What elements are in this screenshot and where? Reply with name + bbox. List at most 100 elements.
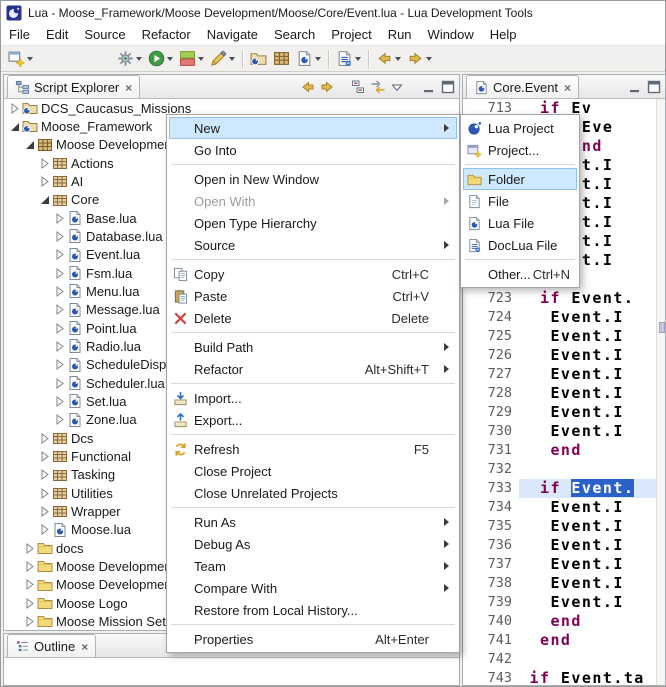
menu-item-new[interactable]: New bbox=[169, 117, 457, 139]
overview-ruler[interactable] bbox=[656, 99, 665, 685]
line-number[interactable]: 735 bbox=[463, 517, 519, 536]
collapse-all-icon[interactable] bbox=[351, 79, 367, 95]
dropdown-caret-icon[interactable] bbox=[315, 57, 321, 61]
line-number[interactable]: 725 bbox=[463, 327, 519, 346]
menu-refactor[interactable]: Refactor bbox=[134, 24, 199, 45]
line-number[interactable]: 739 bbox=[463, 593, 519, 612]
line-number[interactable]: 743 bbox=[463, 669, 519, 685]
menu-item-refresh[interactable]: RefreshF5 bbox=[169, 438, 457, 460]
menu-search[interactable]: Search bbox=[266, 24, 323, 45]
dropdown-caret-icon[interactable] bbox=[198, 57, 204, 61]
line-number[interactable]: 732 bbox=[463, 460, 519, 479]
link-with-editor-icon[interactable] bbox=[370, 79, 386, 95]
forward-icon[interactable] bbox=[319, 79, 335, 95]
back-icon[interactable] bbox=[300, 79, 316, 95]
expand-icon[interactable] bbox=[23, 560, 36, 573]
expand-icon[interactable] bbox=[53, 248, 66, 261]
menu-item-team[interactable]: Team bbox=[169, 555, 457, 577]
back-nav-button[interactable] bbox=[373, 48, 404, 69]
line-number[interactable]: 724 bbox=[463, 308, 519, 327]
menu-item-go-into[interactable]: Go Into bbox=[169, 139, 457, 161]
expand-icon[interactable] bbox=[53, 358, 66, 371]
line-number[interactable]: 737 bbox=[463, 555, 519, 574]
line-number[interactable]: 738 bbox=[463, 574, 519, 593]
menu-item-other[interactable]: Other...Ctrl+N bbox=[463, 263, 577, 285]
line-number[interactable]: 736 bbox=[463, 536, 519, 555]
expand-icon[interactable] bbox=[53, 395, 66, 408]
menu-item-close-project[interactable]: Close Project bbox=[169, 460, 457, 482]
expand-icon[interactable] bbox=[38, 175, 51, 188]
close-icon[interactable] bbox=[123, 80, 132, 95]
new-wizard-button[interactable] bbox=[5, 48, 36, 69]
dropdown-caret-icon[interactable] bbox=[27, 57, 33, 61]
minimize-icon[interactable] bbox=[627, 79, 643, 95]
expand-icon[interactable] bbox=[38, 468, 51, 481]
line-number[interactable]: 728 bbox=[463, 384, 519, 403]
close-icon[interactable] bbox=[562, 80, 571, 95]
coverage-button[interactable] bbox=[176, 48, 207, 69]
expand-icon[interactable] bbox=[53, 340, 66, 353]
expand-icon[interactable] bbox=[38, 487, 51, 500]
expand-icon[interactable] bbox=[38, 157, 51, 170]
menu-item-delete[interactable]: DeleteDelete bbox=[169, 307, 457, 329]
expand-icon[interactable] bbox=[8, 102, 21, 115]
menu-item-export[interactable]: Export... bbox=[169, 409, 457, 431]
expand-icon[interactable] bbox=[53, 212, 66, 225]
menu-item-compare-with[interactable]: Compare With bbox=[169, 577, 457, 599]
line-number[interactable]: 741 bbox=[463, 631, 519, 650]
expand-icon[interactable] bbox=[23, 542, 36, 555]
dropdown-caret-icon[interactable] bbox=[229, 57, 235, 61]
collapse-icon[interactable] bbox=[38, 193, 51, 206]
view-menu-icon[interactable] bbox=[389, 79, 405, 95]
line-number[interactable]: 740 bbox=[463, 612, 519, 631]
menu-item-copy[interactable]: CopyCtrl+C bbox=[169, 263, 457, 285]
run-button[interactable] bbox=[145, 48, 176, 69]
menu-item-lua-file[interactable]: Lua File bbox=[463, 212, 577, 234]
line-number[interactable]: 734 bbox=[463, 498, 519, 517]
line-number[interactable]: 730 bbox=[463, 422, 519, 441]
task-button[interactable] bbox=[333, 48, 364, 69]
menu-item-import[interactable]: Import... bbox=[169, 387, 457, 409]
dropdown-caret-icon[interactable] bbox=[167, 57, 173, 61]
menu-help[interactable]: Help bbox=[482, 24, 525, 45]
minimize-icon[interactable] bbox=[421, 79, 437, 95]
expand-icon[interactable] bbox=[53, 413, 66, 426]
expand-icon[interactable] bbox=[53, 230, 66, 243]
menu-item-debug-as[interactable]: Debug As bbox=[169, 533, 457, 555]
expand-icon[interactable] bbox=[53, 285, 66, 298]
tab-script-explorer[interactable]: Script Explorer bbox=[7, 75, 140, 98]
line-number[interactable]: 731 bbox=[463, 441, 519, 460]
profile-button[interactable] bbox=[207, 48, 238, 69]
expand-icon[interactable] bbox=[53, 377, 66, 390]
menu-window[interactable]: Window bbox=[420, 24, 482, 45]
menu-item-file[interactable]: File bbox=[463, 190, 577, 212]
line-number[interactable]: 723 bbox=[463, 289, 519, 308]
menu-edit[interactable]: Edit bbox=[38, 24, 76, 45]
line-number[interactable]: 726 bbox=[463, 346, 519, 365]
forward-nav-button[interactable] bbox=[404, 48, 435, 69]
menu-item-refactor[interactable]: RefactorAlt+Shift+T bbox=[169, 358, 457, 380]
expand-icon[interactable] bbox=[23, 615, 36, 628]
dropdown-caret-icon[interactable] bbox=[136, 57, 142, 61]
line-number[interactable]: 742 bbox=[463, 650, 519, 669]
menu-item-build-path[interactable]: Build Path bbox=[169, 336, 457, 358]
expand-icon[interactable] bbox=[23, 597, 36, 610]
new-lua-project-button[interactable] bbox=[247, 48, 270, 69]
expand-icon[interactable] bbox=[23, 578, 36, 591]
expand-icon[interactable] bbox=[38, 523, 51, 536]
collapse-icon[interactable] bbox=[8, 120, 21, 133]
menu-item-paste[interactable]: PasteCtrl+V bbox=[169, 285, 457, 307]
expand-icon[interactable] bbox=[53, 303, 66, 316]
close-icon[interactable] bbox=[79, 639, 88, 654]
dropdown-caret-icon[interactable] bbox=[426, 57, 432, 61]
tab-outline[interactable]: Outline bbox=[7, 634, 96, 657]
menu-item-source[interactable]: Source bbox=[169, 234, 457, 256]
maximize-icon[interactable] bbox=[440, 79, 456, 95]
menu-item-folder[interactable]: Folder bbox=[463, 168, 577, 190]
menu-item-lua-project[interactable]: Lua Project bbox=[463, 117, 577, 139]
menu-navigate[interactable]: Navigate bbox=[199, 24, 266, 45]
expand-icon[interactable] bbox=[38, 432, 51, 445]
menu-item-project[interactable]: Project... bbox=[463, 139, 577, 161]
expand-icon[interactable] bbox=[53, 267, 66, 280]
expand-icon[interactable] bbox=[38, 450, 51, 463]
